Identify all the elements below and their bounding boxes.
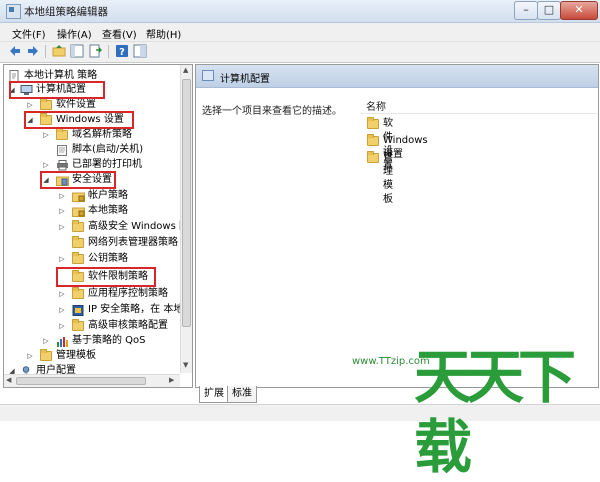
- detail-header: 计算机配置: [196, 65, 598, 88]
- folder-icon: [72, 319, 84, 331]
- ipsec-shield-icon: [72, 305, 84, 316]
- collapsed-arrow-icon[interactable]: ▷: [58, 220, 66, 234]
- qos-chart-icon: [56, 336, 68, 347]
- folder-icon: [40, 349, 52, 361]
- highlight-box-software-restriction: [56, 267, 156, 287]
- collapsed-arrow-icon[interactable]: ▷: [42, 158, 50, 172]
- scroll-up-arrow-icon[interactable]: ▲: [183, 66, 188, 74]
- policy-document-icon: [8, 70, 20, 82]
- folder-icon: [72, 236, 84, 248]
- tree-label: 软件设置: [56, 99, 96, 110]
- computer-icon: [202, 70, 214, 81]
- detail-title: 计算机配置: [220, 74, 270, 85]
- up-folder-icon[interactable]: [52, 44, 66, 58]
- menu-file[interactable]: 文件(F): [12, 26, 46, 41]
- scroll-left-arrow-icon[interactable]: ◀: [6, 376, 11, 384]
- detail-pane: 计算机配置 选择一个项目来查看它的描述。 名称 软件设置 Windows 设置 …: [195, 64, 599, 388]
- tab-standard[interactable]: 标准: [227, 386, 257, 403]
- tree-label: 脚本(启动/关机): [72, 144, 144, 155]
- menu-help[interactable]: 帮助(H): [146, 26, 181, 41]
- collapsed-arrow-icon[interactable]: ▷: [42, 128, 50, 142]
- tree-label: 帐户策略: [88, 190, 128, 201]
- highlight-box-computer-config: [9, 81, 105, 99]
- folder-icon: [56, 128, 68, 140]
- tab-extended[interactable]: 扩展: [199, 386, 229, 403]
- highlight-box-windows-settings: [24, 111, 134, 129]
- collapsed-arrow-icon[interactable]: ▷: [42, 334, 50, 348]
- folder-icon: [72, 287, 84, 299]
- tree-horizontal-scrollbar[interactable]: ◀ ▶: [4, 374, 180, 387]
- view-tabs: 扩展 标准: [195, 386, 395, 404]
- tree-label: 管理模板: [56, 350, 96, 361]
- show-hide-tree-icon[interactable]: [70, 44, 84, 58]
- menu-action[interactable]: 操作(A): [57, 26, 92, 41]
- tree-vertical-scrollbar[interactable]: ▲ ▼: [180, 65, 192, 373]
- highlight-box-security-settings: [40, 171, 116, 189]
- description-text: 选择一个项目来查看它的描述。: [202, 106, 342, 117]
- tree-label: 高级审核策略配置: [88, 320, 168, 331]
- tree-label: 基于策略的 QoS: [72, 335, 146, 346]
- scroll-down-arrow-icon[interactable]: ▼: [183, 361, 188, 369]
- toolbar-separator: [108, 45, 109, 58]
- column-divider: [361, 113, 597, 114]
- tree-label: 应用程序控制策略: [88, 288, 168, 299]
- scroll-thumb[interactable]: [16, 377, 146, 385]
- forward-arrow-icon[interactable]: [26, 44, 40, 58]
- collapsed-arrow-icon[interactable]: ▷: [58, 204, 66, 218]
- tree-label: 已部署的打印机: [72, 159, 142, 170]
- collapsed-arrow-icon[interactable]: ▷: [58, 252, 66, 266]
- svg-text:?: ?: [119, 47, 125, 58]
- tree-label: 高级安全 Windows 防: [88, 221, 189, 232]
- help-icon[interactable]: ?: [115, 44, 129, 58]
- folder-icon: [72, 220, 84, 232]
- collapsed-arrow-icon[interactable]: ▷: [26, 349, 34, 363]
- tree-label: 本地策略: [88, 205, 128, 216]
- collapsed-arrow-icon[interactable]: ▷: [58, 319, 66, 333]
- folder-icon: [72, 252, 84, 264]
- tree-label: 公钥策略: [88, 253, 128, 264]
- tree-label: IP 安全策略，在 本地: [88, 304, 184, 315]
- printer-icon: [56, 160, 68, 171]
- menu-view[interactable]: 查看(V): [102, 26, 137, 41]
- export-list-icon[interactable]: [88, 44, 103, 58]
- lock-folder-icon: [72, 206, 85, 217]
- folder-icon: [367, 134, 379, 146]
- collapsed-arrow-icon[interactable]: ▷: [26, 98, 34, 112]
- script-document-icon: [56, 145, 68, 156]
- collapsed-arrow-icon[interactable]: ▷: [58, 189, 66, 203]
- folder-icon: [367, 151, 379, 163]
- back-arrow-icon[interactable]: [8, 44, 22, 58]
- close-button[interactable]: ✕: [560, 1, 598, 20]
- collapsed-arrow-icon[interactable]: ▷: [58, 303, 66, 317]
- console-tree[interactable]: 本地计算机 策略 ◢ 计算机配置 ▷ 软件设置 ◢ Windows 设置 ▷ 域…: [3, 64, 193, 388]
- folder-icon: [40, 98, 52, 110]
- scroll-right-arrow-icon[interactable]: ▶: [169, 376, 174, 384]
- toolbar-separator: [45, 45, 46, 58]
- list-item-label: 管理模板: [383, 152, 393, 205]
- tree-label: 网络列表管理器策略: [88, 237, 178, 248]
- tree-label: 域名解析策略: [72, 129, 132, 140]
- gpedit-app-icon: [6, 4, 21, 19]
- minimize-button[interactable]: –: [514, 1, 538, 20]
- lock-folder-icon: [72, 191, 85, 202]
- maximize-button[interactable]: □: [537, 1, 561, 20]
- column-header-name[interactable]: 名称: [366, 98, 386, 113]
- toolbar: ?: [0, 42, 600, 63]
- scroll-thumb[interactable]: [182, 79, 191, 327]
- watermark-logo: 天天下载: [414, 343, 576, 481]
- menu-bar: 文件(F) 操作(A) 查看(V) 帮助(H): [0, 23, 600, 42]
- window-title: 本地组策略编辑器: [24, 6, 108, 18]
- title-bar: 本地组策略编辑器 – □ ✕: [0, 0, 600, 23]
- folder-icon: [367, 117, 379, 129]
- collapsed-arrow-icon[interactable]: ▷: [58, 287, 66, 301]
- properties-pane-icon[interactable]: [133, 44, 147, 58]
